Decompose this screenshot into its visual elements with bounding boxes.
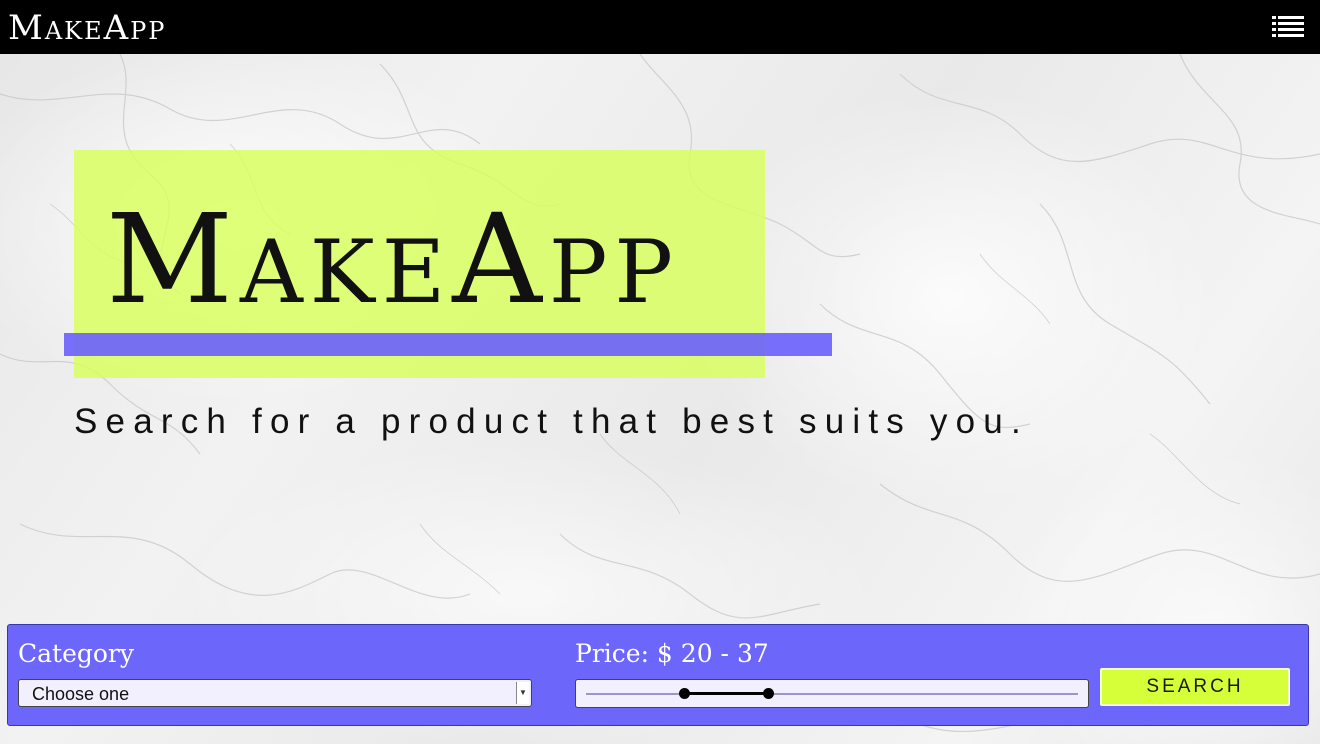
category-label: Category (18, 639, 135, 668)
price-label: Price: $ 20 - 37 (575, 639, 769, 668)
hero-underline-bar (64, 333, 832, 356)
price-min-handle[interactable] (679, 688, 691, 699)
list-icon[interactable] (1272, 15, 1304, 37)
hero-title: MakeApp (106, 188, 680, 332)
brand-logo[interactable]: MakeApp (8, 8, 166, 48)
price-range-fill (684, 692, 769, 695)
top-navbar: MakeApp (0, 0, 1320, 54)
search-panel: Category Choose one ▼ Price: $ 20 - 37 S… (7, 624, 1309, 726)
price-range-slider[interactable] (575, 679, 1089, 708)
price-max-handle[interactable] (763, 688, 775, 699)
category-selected-value: Choose one (32, 684, 130, 704)
price-range-track[interactable] (586, 693, 1078, 695)
chevron-down-icon[interactable]: ▼ (516, 682, 529, 704)
search-button[interactable]: SEARCH (1100, 668, 1290, 706)
hero-tagline: Search for a product that best suits you… (74, 402, 1029, 441)
category-select[interactable]: Choose one ▼ (18, 679, 532, 707)
